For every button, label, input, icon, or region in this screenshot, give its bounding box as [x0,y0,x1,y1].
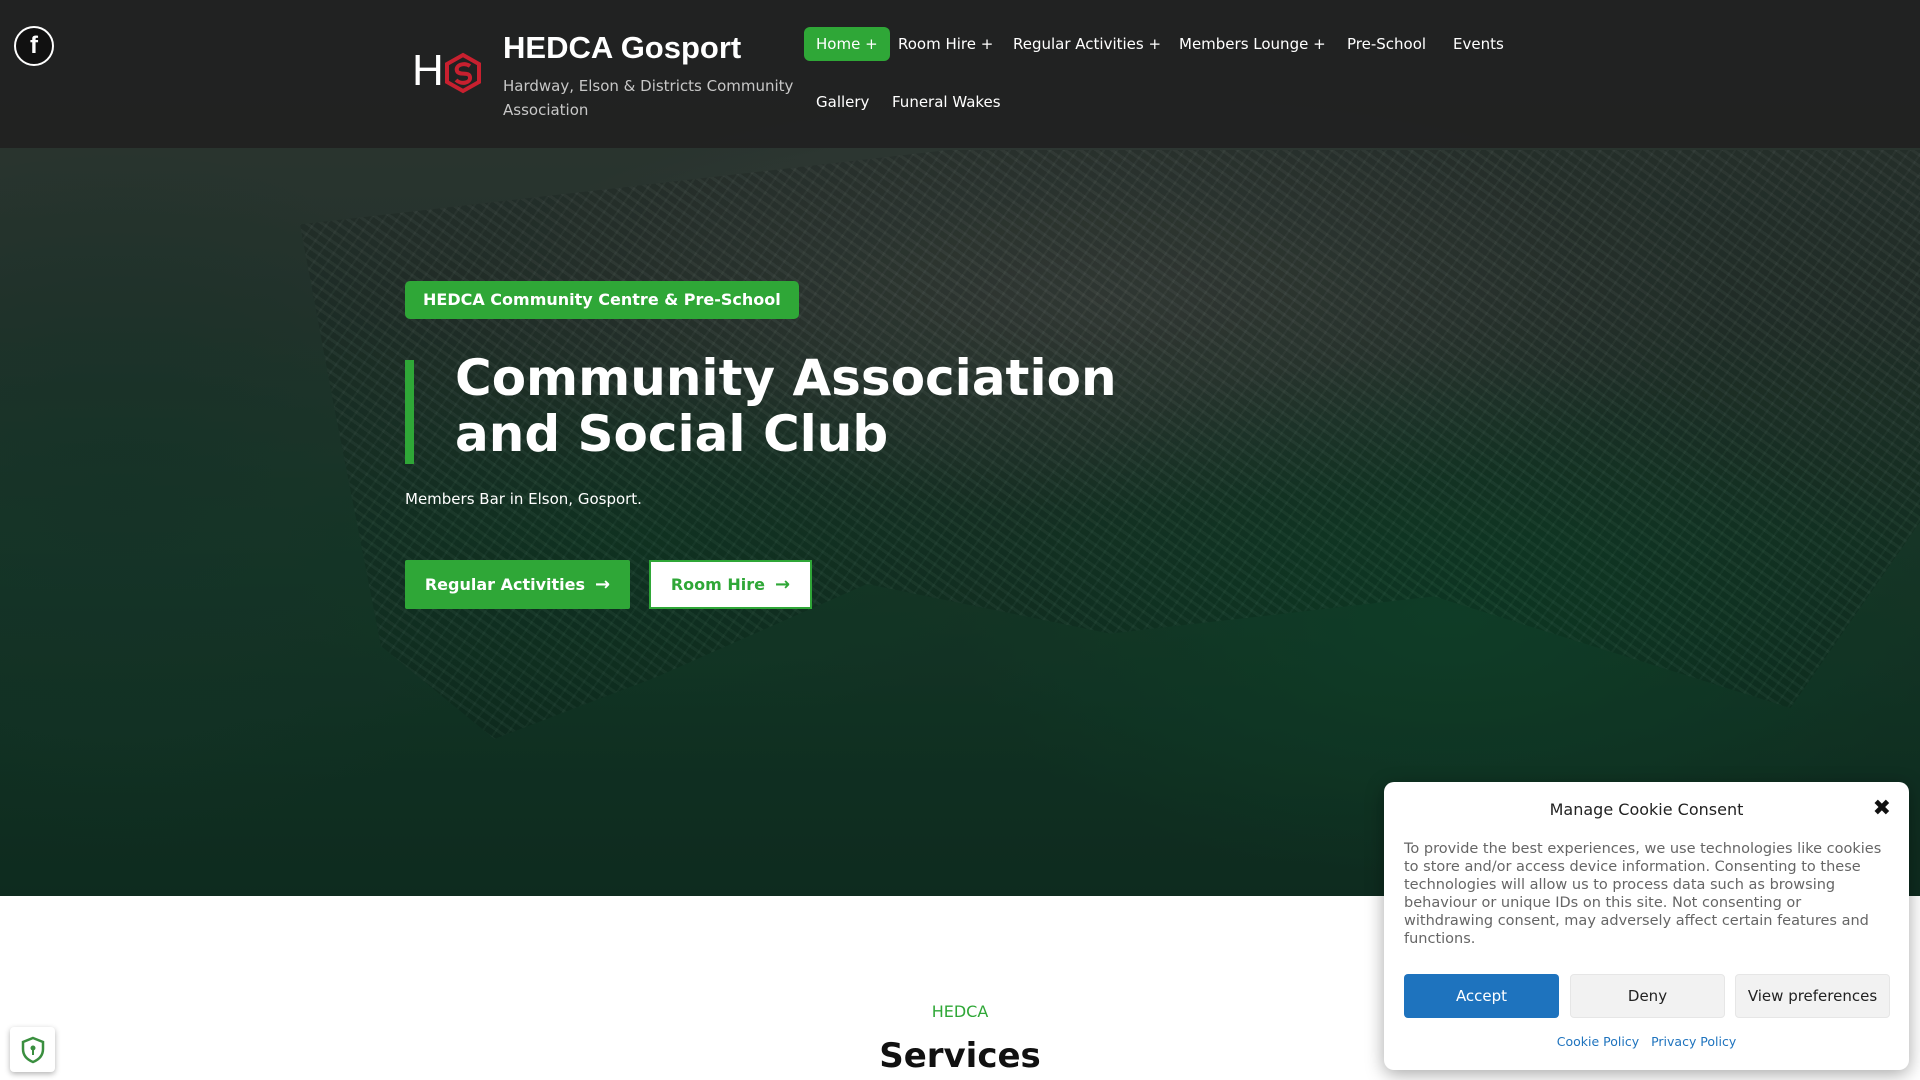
site-header: f H HEDCA Gosport Hardway, Elson & Distr… [0,0,1920,148]
hero-heading: Community Association and Social Club [455,350,1175,462]
arrow-right-icon: → [775,574,791,595]
nav-item-regular-activities[interactable]: Regular Activities + [1013,27,1161,61]
nav-item-funeral-wakes[interactable]: Funeral Wakes [892,85,1001,119]
nav-item-events[interactable]: Events [1453,27,1504,61]
site-logo[interactable]: H [412,46,484,100]
room-hire-button-label: Room Hire [670,575,766,594]
accept-button[interactable]: Accept [1404,974,1559,1018]
nav-item-pre-school[interactable]: Pre-School [1347,27,1426,61]
hero-heading-line-2: and Social Club [455,405,889,463]
hero-heading-line-1: Community Association [455,349,1117,407]
room-hire-button[interactable]: Room Hire → [649,560,812,609]
cookie-consent-body: To provide the best experiences, we use … [1404,841,1882,947]
nav-item-home[interactable]: Home + [804,27,890,61]
close-icon[interactable]: ✖ [1873,796,1891,821]
arrow-right-icon: → [595,574,611,595]
cookie-settings-shield-icon[interactable] [10,1027,55,1072]
facebook-icon[interactable]: f [14,26,54,66]
cookie-policy-links: Cookie Policy Privacy Policy [1384,1034,1909,1049]
view-preferences-button[interactable]: View preferences [1735,974,1890,1018]
nav-item-gallery[interactable]: Gallery [816,85,869,119]
privacy-policy-link[interactable]: Privacy Policy [1651,1034,1736,1049]
deny-button[interactable]: Deny [1570,974,1725,1018]
cookie-policy-link[interactable]: Cookie Policy [1557,1034,1639,1049]
regular-activities-button[interactable]: Regular Activities → [405,560,630,609]
cookie-consent-title: Manage Cookie Consent [1549,800,1744,819]
hero-accent-bar [405,360,414,464]
nav-item-room-hire[interactable]: Room Hire + [898,27,993,61]
logo-mark-icon [445,52,481,94]
regular-activities-button-label: Regular Activities [424,575,586,594]
logo-letter: H [412,46,444,95]
nav-item-members-lounge[interactable]: Members Lounge + [1179,27,1326,61]
site-title[interactable]: HEDCA Gosport [503,30,741,66]
hero-tag-badge: HEDCA Community Centre & Pre-School [405,281,799,319]
shield-icon [21,1036,44,1063]
site-tagline: Hardway, Elson & Districts Community Ass… [503,77,794,119]
cookie-consent-dialog: Manage Cookie Consent ✖ To provide the b… [1384,782,1909,1070]
hero-subtitle: Members Bar in Elson, Gosport. [405,490,642,508]
